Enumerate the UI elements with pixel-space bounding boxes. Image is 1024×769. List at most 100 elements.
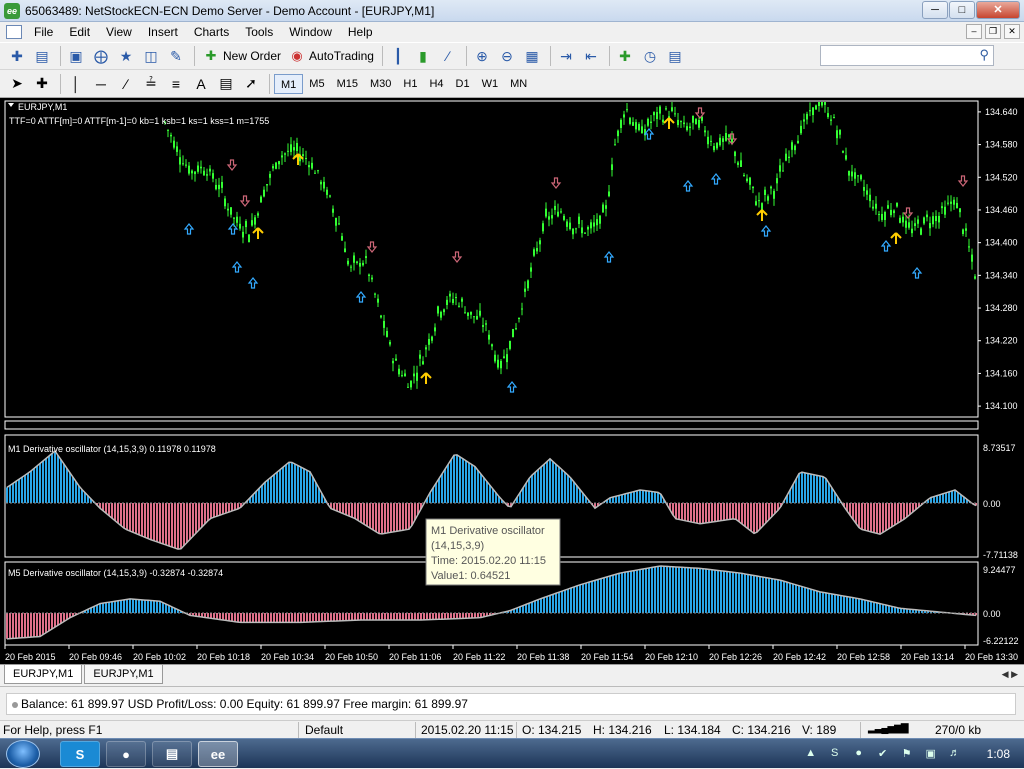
tile-windows-icon[interactable]: ▦ [521,45,543,67]
tab-scroll-arrows-icon[interactable]: ◀ ▶ [1002,669,1018,680]
autotrading-button[interactable]: ◉ AutoTrading [285,45,378,67]
tab-eurjpy-m1[interactable]: EURJPY,M1 [4,665,83,684]
search-input[interactable]: ⚲ [820,45,994,66]
candle-body [755,201,757,206]
candle-body [545,208,547,217]
timeframe-d1[interactable]: D1 [450,74,476,94]
timeframe-h4[interactable]: H4 [423,74,449,94]
navigator-icon[interactable]: ★ [115,45,137,67]
time-tick-label: 20 Feb 10:18 [197,652,250,662]
candle-body [479,310,481,316]
time-tick-label: 20 Feb 11:54 [581,652,633,662]
indicators-icon[interactable]: ✚ [614,45,636,67]
candle-body [749,177,751,185]
collapse-triangle-icon[interactable] [8,103,14,107]
up-arrow-icon [603,251,615,263]
terminal-icon[interactable]: ◫ [140,45,162,67]
mdi-close-icon[interactable]: ✕ [1004,24,1020,39]
skype-icon[interactable]: S [60,741,100,767]
tray-skype-icon[interactable]: S [827,747,843,761]
account-summary-row[interactable]: Balance: 61 899.97 USD Profit/Loss: 0.00… [6,693,1016,715]
candle-body [449,293,451,297]
mdi-minimize-icon[interactable]: – [966,24,982,39]
candle-body [920,228,922,235]
equidistant-channel-icon[interactable]: ≟ [140,73,162,95]
bar-chart-icon[interactable]: ┃ [387,45,409,67]
menu-window[interactable]: Window [281,25,340,39]
start-button-icon[interactable] [6,740,40,768]
explorer-icon[interactable]: ▤ [152,741,192,767]
close-icon[interactable]: ✕ [976,1,1020,19]
firefox-icon[interactable]: ● [106,741,146,767]
market-watch-icon[interactable]: ▣ [65,45,87,67]
mdi-restore-icon[interactable]: ❐ [985,24,1001,39]
time-axis: 20 Feb 2015 20 Feb 09:46 20 Feb 10:02 20 Fe… [4,645,1018,662]
candle-body [866,190,868,195]
timeframe-m5[interactable]: M5 [303,74,330,94]
new-order-button[interactable]: ✚ New Order [199,45,285,67]
timeframe-m1[interactable]: M1 [274,73,304,94]
chart-shift-icon[interactable]: ⇤ [580,45,602,67]
timeframe-h1[interactable]: H1 [397,74,423,94]
timeframe-m30[interactable]: M30 [364,74,397,94]
menu-view[interactable]: View [98,25,140,39]
candle-body [821,102,823,106]
minimize-icon[interactable]: ─ [922,1,948,19]
tray-up-icon[interactable]: ▲ [803,747,819,761]
zoom-in-icon[interactable]: ⊕ [471,45,493,67]
horizontal-line-icon[interactable]: ─ [90,73,112,95]
timeframe-w1[interactable]: W1 [476,74,505,94]
search-icon[interactable]: ⚲ [979,47,989,63]
maximize-icon[interactable]: □ [949,1,975,19]
tray-network-icon[interactable]: ▣ [923,747,939,761]
zoom-out-icon[interactable]: ⊖ [496,45,518,67]
candle-body [860,175,862,180]
text-label-icon[interactable]: ▤ [215,73,237,95]
templates-icon[interactable]: ▤ [664,45,686,67]
candle-body [800,125,802,134]
text-icon[interactable]: A [190,73,212,95]
taskbar-clock[interactable]: 1:08 [987,747,1010,761]
tray-app-icon[interactable]: ● [851,747,867,761]
timeframe-mn[interactable]: MN [504,74,533,94]
fibonacci-icon[interactable]: ≡ [165,73,187,95]
tester-icon[interactable]: ✎ [165,45,187,67]
tray-volume-icon[interactable]: ♬ [947,747,963,761]
menu-file[interactable]: File [26,25,61,39]
document-icon[interactable] [6,25,22,39]
periods-icon[interactable]: ◷ [639,45,661,67]
menu-insert[interactable]: Insert [140,25,186,39]
vertical-line-icon[interactable]: │ [65,73,87,95]
new-chart-icon[interactable]: ✚ [6,45,28,67]
candle-body [611,164,613,170]
menu-tools[interactable]: Tools [237,25,281,39]
candle-body [959,208,961,213]
tray-flag-icon[interactable]: ⚑ [899,747,915,761]
tooltip-line2: (14,15,3,9) [431,540,484,552]
menu-edit[interactable]: Edit [61,25,98,39]
candle-body [446,299,448,305]
candle-body [614,144,616,146]
window-title: 65063489: NetStockECN-ECN Demo Server - … [25,3,435,18]
candle-body [575,228,577,230]
data-window-icon[interactable]: ⨁ [90,45,112,67]
candle-body [347,260,349,265]
candlestick-icon[interactable]: ▮ [412,45,434,67]
tray-security-icon[interactable]: ✔ [875,747,891,761]
arrows-icon[interactable]: ➚ [240,73,262,95]
cursor-icon[interactable]: ➤ [6,73,28,95]
auto-scroll-icon[interactable]: ⇥ [555,45,577,67]
candle-body [221,181,223,188]
tab-eurjpy-m1-second[interactable]: EURJPY,M1 [84,665,163,684]
chart-canvas[interactable]: EURJPY,M1 TTF=0 ATTF[m]=0 ATTF[m-1]=0 kb… [0,98,1024,664]
trendline-icon[interactable]: ∕ [115,73,137,95]
profiles-icon[interactable]: ▤ [31,45,53,67]
metatrader-taskbar-icon[interactable]: ee [198,741,238,767]
candle-body [656,112,658,120]
line-chart-icon[interactable]: ∕ [437,45,459,67]
chart-window[interactable]: EURJPY,M1 TTF=0 ATTF[m]=0 ATTF[m-1]=0 kb… [0,98,1024,664]
timeframe-m15[interactable]: M15 [331,74,364,94]
menu-help[interactable]: Help [340,25,381,39]
crosshair-icon[interactable]: ✚ [31,73,53,95]
menu-charts[interactable]: Charts [186,25,237,39]
